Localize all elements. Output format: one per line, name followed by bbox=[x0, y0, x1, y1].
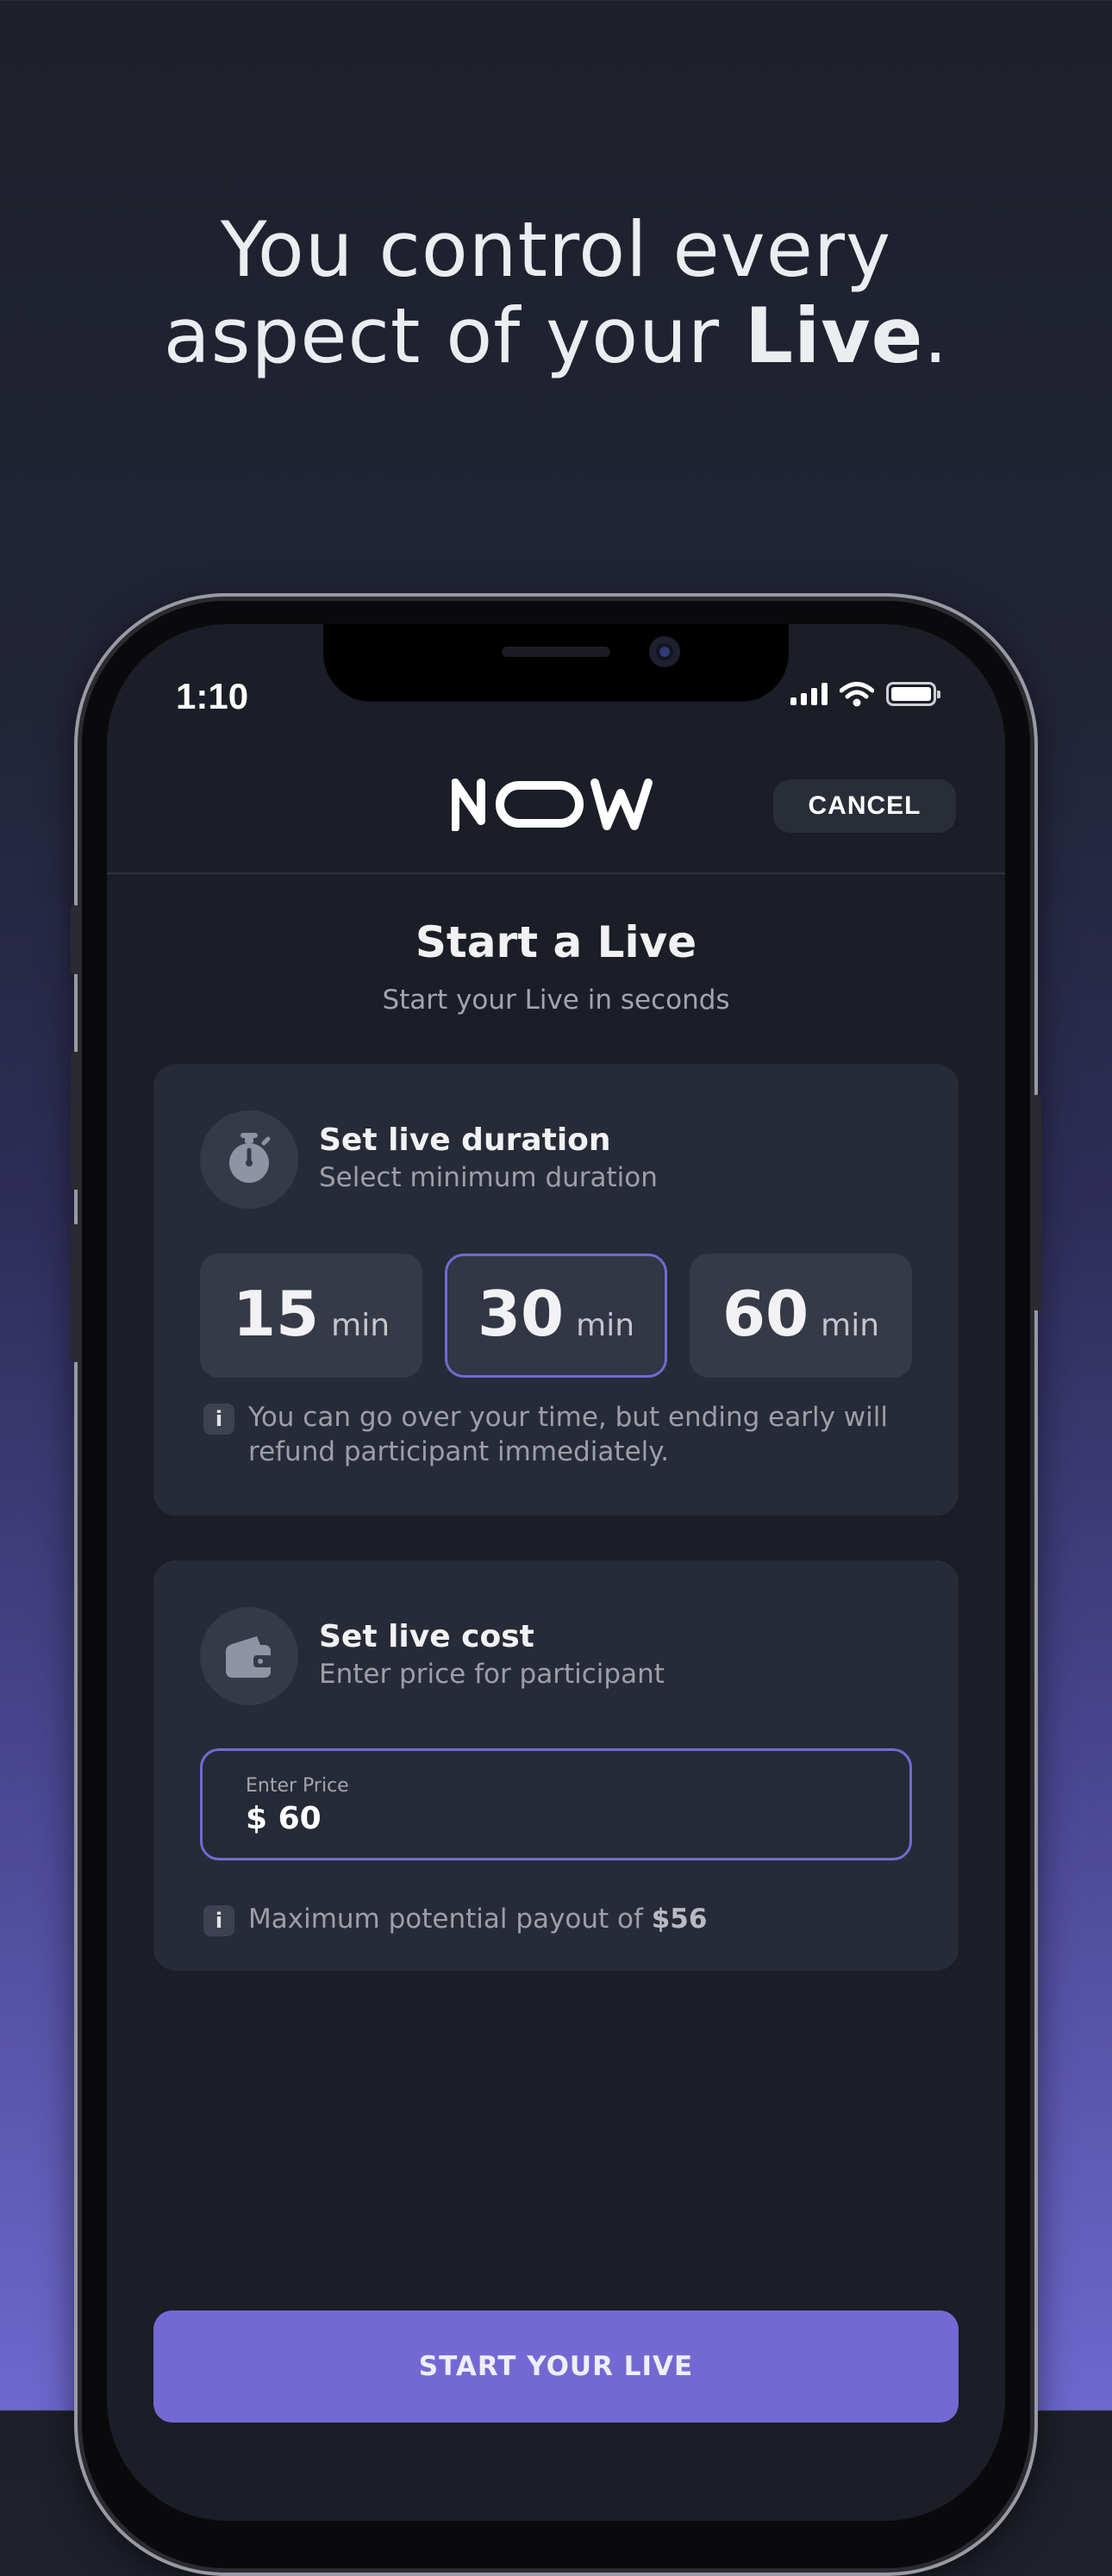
now-logo bbox=[452, 778, 653, 831]
duration-card: Set live duration Select minimum duratio… bbox=[153, 1064, 959, 1516]
cost-subtitle: Enter price for participant bbox=[319, 1659, 665, 1690]
payout-amount: $56 bbox=[651, 1904, 708, 1935]
speaker-grille bbox=[502, 647, 610, 657]
duration-info-line-2: refund participant immediately. bbox=[248, 1436, 670, 1467]
duration-title: Set live duration bbox=[319, 1122, 611, 1158]
duration-option-value: 60 bbox=[722, 1278, 809, 1350]
wallet-icon bbox=[200, 1607, 298, 1705]
duration-option-unit: min bbox=[821, 1308, 880, 1343]
headline-line-2-prefix: aspect of your bbox=[163, 291, 745, 380]
price-input-value[interactable]: $ 60 bbox=[246, 1801, 322, 1836]
volume-down-button bbox=[71, 1224, 79, 1362]
duration-option-value: 30 bbox=[477, 1278, 565, 1350]
duration-option-unit: min bbox=[331, 1308, 390, 1343]
battery-icon bbox=[886, 682, 940, 706]
info-icon: i bbox=[203, 1905, 234, 1936]
cancel-button[interactable]: CANCEL bbox=[773, 779, 956, 833]
headline: You control every aspect of your Live. bbox=[0, 207, 1112, 379]
header-divider bbox=[107, 872, 1005, 874]
status-time: 1:10 bbox=[176, 676, 249, 716]
cost-card: Set live cost Enter price for participan… bbox=[153, 1560, 959, 1971]
info-icon: i bbox=[203, 1404, 234, 1435]
start-live-button[interactable]: START YOUR LIVE bbox=[153, 2310, 959, 2423]
status-icons bbox=[790, 681, 940, 707]
price-input[interactable]: Enter Price $ 60 bbox=[200, 1748, 912, 1860]
headline-line-2-suffix: . bbox=[923, 291, 949, 380]
duration-option-value: 15 bbox=[232, 1278, 320, 1350]
page-subtitle: Start your Live in seconds bbox=[382, 985, 730, 1016]
headline-line-2-bold: Live bbox=[745, 291, 924, 380]
volume-up-button bbox=[71, 1052, 79, 1190]
payout-prefix: Maximum potential payout of bbox=[248, 1904, 652, 1935]
price-input-label: Enter Price bbox=[246, 1775, 349, 1797]
duration-option-unit: min bbox=[576, 1308, 635, 1343]
cost-title: Set live cost bbox=[319, 1619, 534, 1654]
duration-option-60[interactable]: 60 min bbox=[690, 1254, 912, 1378]
payout-info-text: Maximum potential payout of $56 bbox=[248, 1902, 707, 1936]
page-title: Start a Live bbox=[415, 917, 697, 967]
headline-line-2: aspect of your Live. bbox=[0, 293, 1112, 379]
signal-icon bbox=[790, 683, 828, 705]
silent-switch bbox=[71, 905, 79, 974]
stopwatch-icon bbox=[200, 1110, 298, 1209]
duration-option-30[interactable]: 30 min bbox=[445, 1254, 667, 1378]
duration-info-line-1: You can go over your time, but ending ea… bbox=[248, 1402, 888, 1433]
power-button bbox=[1033, 1095, 1041, 1310]
duration-info-text: You can go over your time, but ending ea… bbox=[248, 1400, 888, 1469]
notch bbox=[323, 624, 789, 702]
front-camera-icon bbox=[649, 636, 680, 667]
duration-subtitle: Select minimum duration bbox=[319, 1162, 658, 1193]
wifi-icon bbox=[840, 682, 874, 707]
phone-screen: 1:10 CANCEL Start a Live Start your Live… bbox=[107, 624, 1005, 2521]
headline-line-1: You control every bbox=[220, 205, 892, 294]
duration-option-15[interactable]: 15 min bbox=[200, 1254, 422, 1378]
